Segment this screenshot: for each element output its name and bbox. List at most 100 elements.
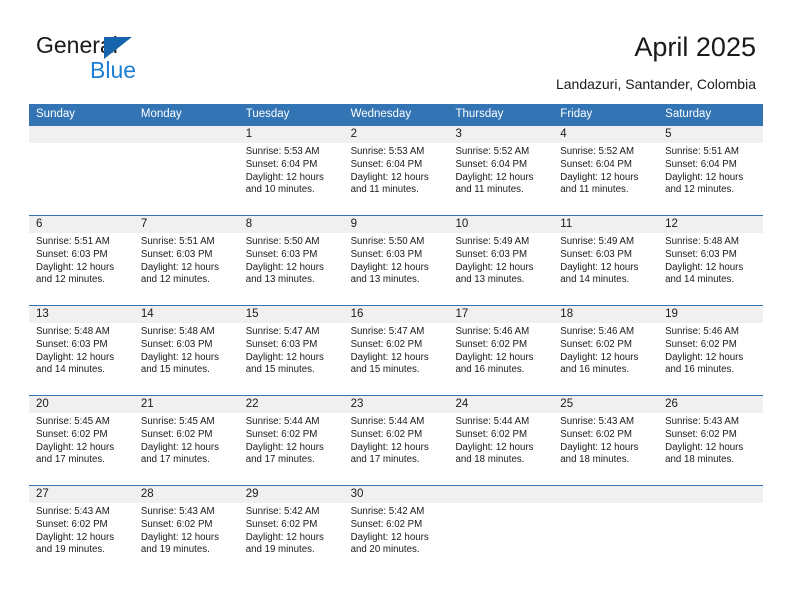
- calendar-day-cell[interactable]: 14 Sunrise: 5:48 AM Sunset: 6:03 PM Dayl…: [133, 306, 239, 395]
- calendar-day-cell[interactable]: 22 Sunrise: 5:44 AM Sunset: 6:02 PM Dayl…: [238, 396, 344, 485]
- calendar-week-row: 1 Sunrise: 5:53 AM Sunset: 6:04 PM Dayli…: [29, 125, 764, 215]
- calendar-week-row: 6 Sunrise: 5:51 AM Sunset: 6:03 PM Dayli…: [29, 215, 764, 305]
- sunrise-text: Sunrise: 5:44 AM: [350, 416, 425, 427]
- day-details: Sunrise: 5:45 AM Sunset: 6:02 PM Dayligh…: [29, 413, 134, 467]
- daylight-text-line1: Daylight: 12 hours: [140, 441, 219, 453]
- sunrise-text: Sunrise: 5:46 AM: [665, 326, 739, 337]
- daylight-text-line2: and 19 minutes.: [245, 544, 315, 556]
- calendar-day-cell[interactable]: 7 Sunrise: 5:51 AM Sunset: 6:03 PM Dayli…: [133, 216, 239, 305]
- daylight-text-line2: and 12 minutes.: [665, 184, 735, 196]
- generalblue-logo[interactable]: General Blue: [36, 32, 216, 88]
- day-details: Sunrise: 5:44 AM Sunset: 6:02 PM Dayligh…: [344, 413, 449, 467]
- calendar-day-cell[interactable]: 19 Sunrise: 5:46 AM Sunset: 6:02 PM Dayl…: [658, 306, 764, 395]
- calendar-day-cell[interactable]: 23 Sunrise: 5:44 AM Sunset: 6:02 PM Dayl…: [343, 396, 449, 485]
- calendar-day-cell[interactable]: 1 Sunrise: 5:53 AM Sunset: 6:04 PM Dayli…: [238, 126, 344, 215]
- day-details: Sunrise: 5:51 AM Sunset: 6:04 PM Dayligh…: [658, 143, 763, 197]
- day-details: Sunrise: 5:53 AM Sunset: 6:04 PM Dayligh…: [344, 143, 449, 197]
- day-number: 23: [343, 396, 449, 413]
- day-number: [133, 126, 239, 143]
- calendar-day-cell[interactable]: [29, 126, 134, 215]
- day-number: [553, 486, 659, 503]
- calendar-day-cell[interactable]: 2 Sunrise: 5:53 AM Sunset: 6:04 PM Dayli…: [343, 126, 449, 215]
- daylight-text-line1: Daylight: 12 hours: [560, 261, 639, 273]
- daylight-text-line1: Daylight: 12 hours: [350, 261, 429, 273]
- daylight-text-line2: and 17 minutes.: [350, 454, 420, 466]
- calendar-day-cell[interactable]: 8 Sunrise: 5:50 AM Sunset: 6:03 PM Dayli…: [238, 216, 344, 305]
- daylight-text-line2: and 18 minutes.: [665, 454, 735, 466]
- calendar-day-cell[interactable]: 26 Sunrise: 5:43 AM Sunset: 6:02 PM Dayl…: [658, 396, 764, 485]
- day-number: 13: [29, 306, 134, 323]
- day-number: 12: [658, 216, 764, 233]
- daylight-text-line2: and 18 minutes.: [560, 454, 630, 466]
- day-number: 1: [238, 126, 344, 143]
- daylight-text-line2: and 19 minutes.: [36, 544, 105, 556]
- sunset-text: Sunset: 6:02 PM: [245, 518, 318, 530]
- calendar-day-cell[interactable]: 11 Sunrise: 5:49 AM Sunset: 6:03 PM Dayl…: [553, 216, 659, 305]
- day-number: 26: [658, 396, 764, 413]
- day-number: 16: [343, 306, 449, 323]
- daylight-text-line1: Daylight: 12 hours: [455, 261, 534, 273]
- calendar-day-cell[interactable]: 20 Sunrise: 5:45 AM Sunset: 6:02 PM Dayl…: [29, 396, 134, 485]
- sunset-text: Sunset: 6:02 PM: [350, 338, 423, 350]
- daylight-text-line2: and 14 minutes.: [36, 364, 105, 376]
- calendar-day-cell[interactable]: 30 Sunrise: 5:42 AM Sunset: 6:02 PM Dayl…: [343, 486, 449, 575]
- daylight-text-line1: Daylight: 12 hours: [455, 171, 534, 183]
- sunset-text: Sunset: 6:04 PM: [665, 158, 737, 170]
- calendar-day-cell[interactable]: 6 Sunrise: 5:51 AM Sunset: 6:03 PM Dayli…: [29, 216, 134, 305]
- daylight-text-line1: Daylight: 12 hours: [245, 351, 324, 363]
- day-number: 8: [238, 216, 344, 233]
- daylight-text-line2: and 18 minutes.: [455, 454, 525, 466]
- calendar-day-cell[interactable]: 24 Sunrise: 5:44 AM Sunset: 6:02 PM Dayl…: [448, 396, 554, 485]
- calendar-day-cell[interactable]: 13 Sunrise: 5:48 AM Sunset: 6:03 PM Dayl…: [29, 306, 134, 395]
- calendar-day-cell[interactable]: 3 Sunrise: 5:52 AM Sunset: 6:04 PM Dayli…: [448, 126, 554, 215]
- sunrise-text: Sunrise: 5:53 AM: [350, 146, 425, 157]
- calendar-day-cell[interactable]: 5 Sunrise: 5:51 AM Sunset: 6:04 PM Dayli…: [658, 126, 764, 215]
- day-details: Sunrise: 5:46 AM Sunset: 6:02 PM Dayligh…: [658, 323, 763, 377]
- sunrise-text: Sunrise: 5:42 AM: [350, 506, 425, 517]
- calendar-day-cell[interactable]: 29 Sunrise: 5:42 AM Sunset: 6:02 PM Dayl…: [238, 486, 344, 575]
- weekday-header-friday: Friday: [560, 108, 593, 120]
- day-details: Sunrise: 5:49 AM Sunset: 6:03 PM Dayligh…: [448, 233, 553, 287]
- sunrise-text: Sunrise: 5:43 AM: [140, 506, 215, 517]
- daylight-text-line1: Daylight: 12 hours: [350, 171, 429, 183]
- day-number: 15: [238, 306, 344, 323]
- day-number: 20: [29, 396, 134, 413]
- day-details: Sunrise: 5:43 AM Sunset: 6:02 PM Dayligh…: [553, 413, 658, 467]
- day-details: Sunrise: 5:50 AM Sunset: 6:03 PM Dayligh…: [344, 233, 449, 287]
- sunset-text: Sunset: 6:02 PM: [455, 338, 528, 350]
- daylight-text-line1: Daylight: 12 hours: [245, 441, 324, 453]
- calendar-day-cell[interactable]: 4 Sunrise: 5:52 AM Sunset: 6:04 PM Dayli…: [553, 126, 659, 215]
- calendar-day-cell[interactable]: [448, 486, 554, 575]
- sunset-text: Sunset: 6:04 PM: [455, 158, 528, 170]
- sunrise-text: Sunrise: 5:46 AM: [455, 326, 530, 337]
- calendar-day-cell[interactable]: 15 Sunrise: 5:47 AM Sunset: 6:03 PM Dayl…: [238, 306, 344, 395]
- sunrise-text: Sunrise: 5:44 AM: [455, 416, 530, 427]
- calendar-day-cell[interactable]: 21 Sunrise: 5:45 AM Sunset: 6:02 PM Dayl…: [133, 396, 239, 485]
- calendar-day-cell[interactable]: [658, 486, 764, 575]
- day-details: Sunrise: 5:50 AM Sunset: 6:03 PM Dayligh…: [239, 233, 344, 287]
- calendar-day-cell[interactable]: 27 Sunrise: 5:43 AM Sunset: 6:02 PM Dayl…: [29, 486, 134, 575]
- calendar-day-cell[interactable]: 16 Sunrise: 5:47 AM Sunset: 6:02 PM Dayl…: [343, 306, 449, 395]
- sunrise-text: Sunrise: 5:49 AM: [455, 236, 530, 247]
- daylight-text-line2: and 13 minutes.: [350, 274, 420, 286]
- calendar-day-cell[interactable]: 28 Sunrise: 5:43 AM Sunset: 6:02 PM Dayl…: [133, 486, 239, 575]
- calendar-day-cell[interactable]: 18 Sunrise: 5:46 AM Sunset: 6:02 PM Dayl…: [553, 306, 659, 395]
- sunset-text: Sunset: 6:03 PM: [36, 338, 108, 350]
- day-details: Sunrise: 5:47 AM Sunset: 6:02 PM Dayligh…: [344, 323, 449, 377]
- calendar-day-cell[interactable]: 9 Sunrise: 5:50 AM Sunset: 6:03 PM Dayli…: [343, 216, 449, 305]
- calendar-day-cell[interactable]: [553, 486, 659, 575]
- sunset-text: Sunset: 6:03 PM: [140, 338, 213, 350]
- calendar-day-cell[interactable]: 10 Sunrise: 5:49 AM Sunset: 6:03 PM Dayl…: [448, 216, 554, 305]
- day-number: 2: [343, 126, 449, 143]
- sunrise-text: Sunrise: 5:48 AM: [36, 326, 110, 337]
- daylight-text-line2: and 11 minutes.: [455, 184, 524, 196]
- logo-text-blue: Blue: [90, 57, 137, 83]
- daylight-text-line1: Daylight: 12 hours: [245, 531, 324, 543]
- sunset-text: Sunset: 6:02 PM: [140, 518, 213, 530]
- calendar-day-cell[interactable]: 12 Sunrise: 5:48 AM Sunset: 6:03 PM Dayl…: [658, 216, 764, 305]
- calendar-day-cell[interactable]: 25 Sunrise: 5:43 AM Sunset: 6:02 PM Dayl…: [553, 396, 659, 485]
- daylight-text-line2: and 15 minutes.: [245, 364, 315, 376]
- calendar-day-cell[interactable]: [133, 126, 239, 215]
- daylight-text-line1: Daylight: 12 hours: [665, 351, 744, 363]
- calendar-day-cell[interactable]: 17 Sunrise: 5:46 AM Sunset: 6:02 PM Dayl…: [448, 306, 554, 395]
